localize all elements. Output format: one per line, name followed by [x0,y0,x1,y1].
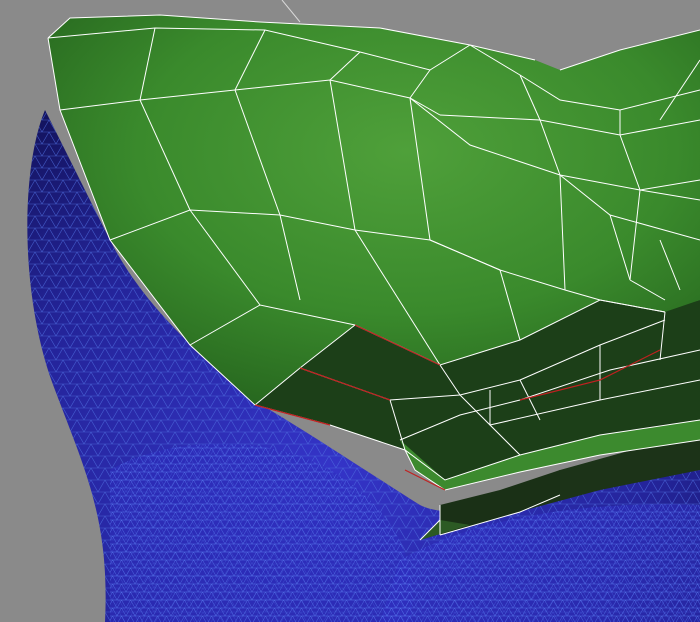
3d-viewport[interactable] [0,0,700,622]
